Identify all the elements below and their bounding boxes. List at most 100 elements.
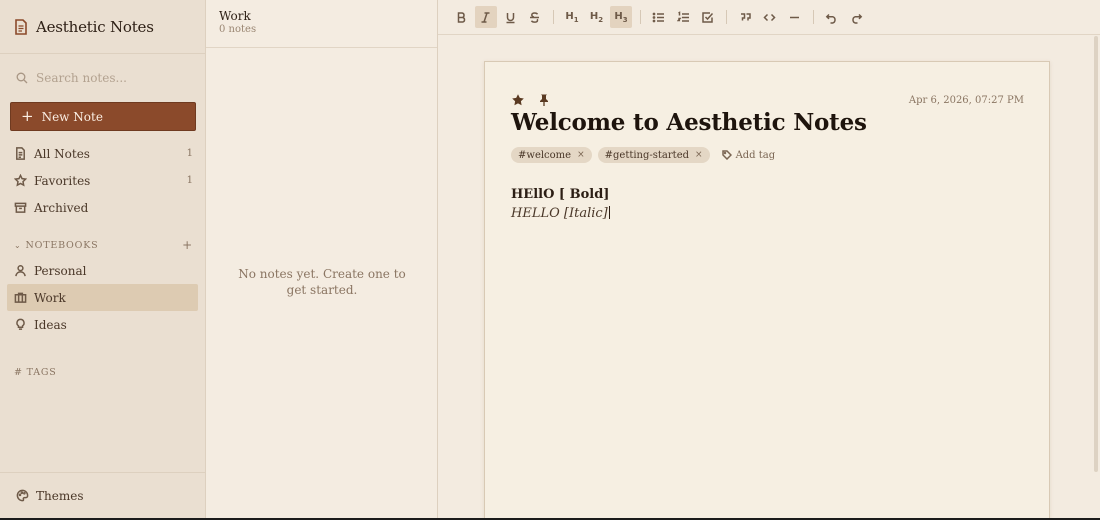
nav-item-label: Archived <box>34 200 89 215</box>
tags-heading-label: # TAGS <box>14 366 57 378</box>
format-toolbar: H1 H2 H3 <box>438 0 1100 35</box>
notebooks-heading-label: NOTEBOOKS <box>25 239 99 251</box>
note-card: Apr 6, 2026, 07:27 PM Welcome to Aesthet… <box>484 61 1050 520</box>
briefcase-icon <box>14 292 27 303</box>
search-bar <box>0 54 205 102</box>
brand: Aesthetic Notes <box>0 0 205 54</box>
note-tags: #welcome × #getting-started × Add tag <box>485 147 1049 163</box>
code-icon <box>763 13 776 21</box>
tag-label: #getting-started <box>604 149 690 161</box>
note-date: Apr 6, 2026, 07:27 PM <box>908 94 1024 106</box>
notebook-item-personal[interactable]: Personal <box>0 257 205 284</box>
nav-item-all-notes[interactable]: All Notes 1 <box>0 140 205 167</box>
note-title[interactable]: Welcome to Aesthetic Notes <box>485 109 1049 136</box>
search-input[interactable] <box>36 71 186 85</box>
strikethrough-button[interactable] <box>524 6 546 28</box>
tag-icon <box>721 150 732 160</box>
quote-button[interactable] <box>734 6 756 28</box>
note-list-panel: Work 0 notes No notes yet. Create one to… <box>206 0 438 518</box>
search-icon <box>16 72 28 84</box>
bold-icon <box>457 11 465 23</box>
note-list-header: Work 0 notes <box>206 0 437 48</box>
notebook-item-work[interactable]: Work <box>7 284 198 311</box>
app-window: Aesthetic Notes + New Note All Notes 1 F… <box>0 0 1100 520</box>
note-body-line-bold: HEllO [ Bold] <box>511 187 610 202</box>
redo-button[interactable] <box>845 6 867 28</box>
pin-icon[interactable] <box>537 93 551 107</box>
new-note-button[interactable]: + New Note <box>10 102 196 131</box>
bold-button[interactable] <box>450 6 472 28</box>
note-meta: Apr 6, 2026, 07:27 PM <box>485 62 1049 110</box>
heading-1-button[interactable]: H1 <box>561 6 583 28</box>
underline-icon <box>506 12 514 23</box>
nav-item-label: Favorites <box>34 173 91 188</box>
heading-1-level: 1 <box>573 15 579 24</box>
numbered-list-icon <box>676 10 689 22</box>
toolbar-divider <box>812 10 814 24</box>
quote-icon <box>740 12 751 20</box>
note-body-line-italic-wrap: HELLO [Italic] <box>511 204 1049 223</box>
main-nav: All Notes 1 Favorites 1 Archived <box>0 140 205 221</box>
heading-3-button[interactable]: H3 <box>610 6 632 28</box>
notebook-item-ideas[interactable]: Ideas <box>0 311 205 338</box>
nav-item-archived[interactable]: Archived <box>0 194 205 221</box>
code-button[interactable] <box>759 6 781 28</box>
tag-label: #welcome <box>518 149 572 161</box>
themes-button[interactable]: Themes <box>0 472 205 518</box>
checkbox-icon <box>702 11 714 23</box>
add-tag-label: Add tag <box>735 149 776 161</box>
notebook-list: Personal Work Ideas <box>0 257 205 338</box>
user-icon <box>15 265 26 277</box>
sidebar: Aesthetic Notes + New Note All Notes 1 F… <box>0 0 206 518</box>
redo-icon <box>851 13 862 24</box>
file-text-icon <box>16 147 25 160</box>
nav-item-count: 1 <box>186 148 193 159</box>
notebook-item-label: Work <box>34 290 66 305</box>
notebook-item-label: Ideas <box>34 317 67 332</box>
heading-2-letter: H <box>589 10 599 22</box>
heading-2-button[interactable]: H2 <box>586 6 608 28</box>
note-body[interactable]: HEllO [ Bold] HELLO [Italic] <box>485 185 1049 223</box>
nav-item-favorites[interactable]: Favorites 1 <box>0 167 205 194</box>
remove-tag-icon[interactable]: × <box>695 150 703 160</box>
file-text-icon <box>15 18 27 35</box>
notebooks-heading[interactable]: ⌄ NOTEBOOKS + <box>0 235 205 255</box>
chevron-down-icon: ⌄ <box>14 240 22 250</box>
horizontal-rule-button[interactable] <box>783 6 805 28</box>
add-notebook-button[interactable]: + <box>182 238 193 252</box>
bullet-list-button[interactable] <box>648 6 670 28</box>
tags-heading[interactable]: # TAGS <box>0 362 205 382</box>
heading-1-letter: H <box>565 10 574 22</box>
italic-icon <box>481 11 490 23</box>
remove-tag-icon[interactable]: × <box>577 150 585 160</box>
add-tag-button[interactable]: Add tag <box>721 149 776 161</box>
scrollbar[interactable] <box>1094 36 1098 472</box>
checklist-button[interactable] <box>697 6 719 28</box>
strikethrough-icon <box>530 11 539 23</box>
editor-panel: H1 H2 H3 Apr 6, 2026, 07:27 PM Welcome t… <box>438 0 1100 520</box>
palette-icon <box>16 489 29 502</box>
toolbar-divider <box>726 10 727 24</box>
heading-3-level: 3 <box>622 15 628 24</box>
nav-item-count: 1 <box>186 175 193 186</box>
toolbar-divider <box>639 10 641 24</box>
note-body-line-italic: HELLO [Italic] <box>511 206 608 221</box>
numbered-list-button[interactable] <box>672 6 694 28</box>
underline-button[interactable] <box>499 6 521 28</box>
themes-label: Themes <box>36 488 84 503</box>
heading-2-level: 2 <box>598 15 604 24</box>
plus-icon: + <box>21 107 34 125</box>
tag-chip[interactable]: #getting-started × <box>597 147 710 163</box>
text-cursor <box>608 206 610 219</box>
minus-icon <box>789 16 799 18</box>
nav-item-label: All Notes <box>34 146 90 161</box>
tag-chip[interactable]: #welcome × <box>511 147 592 163</box>
star-icon <box>14 174 27 187</box>
app-title: Aesthetic Notes <box>36 17 154 36</box>
italic-button[interactable] <box>474 6 497 28</box>
note-actions <box>511 93 909 107</box>
notebook-item-label: Personal <box>34 263 87 278</box>
undo-button[interactable] <box>821 6 843 28</box>
star-icon[interactable] <box>511 93 525 107</box>
heading-1-icon: H1 <box>565 11 578 24</box>
